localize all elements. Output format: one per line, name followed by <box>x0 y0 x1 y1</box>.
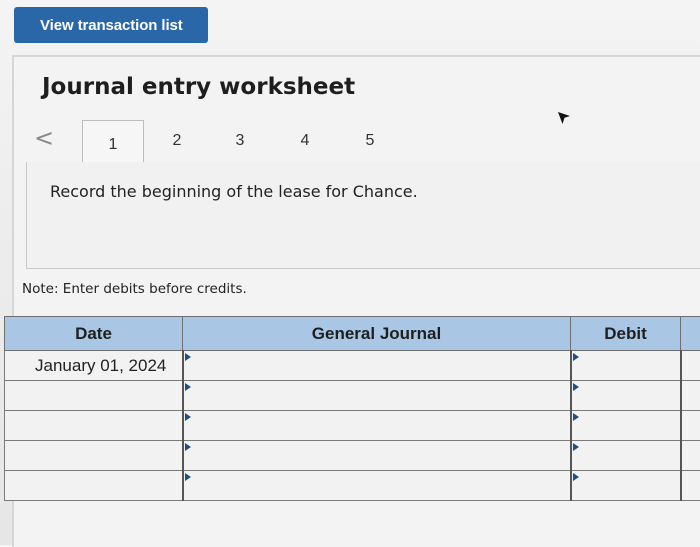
tab-3[interactable]: 3 <box>209 120 271 162</box>
debit-input[interactable] <box>571 351 681 381</box>
note-text: Note: Enter debits before credits. <box>22 281 247 297</box>
input-marker-icon <box>573 443 579 451</box>
general-journal-input[interactable] <box>183 351 571 381</box>
column-header-date: Date <box>5 317 183 351</box>
table-header-row: Date General Journal Debit <box>5 317 700 351</box>
table-row <box>5 471 700 501</box>
debit-input[interactable] <box>571 381 681 411</box>
debit-input[interactable] <box>571 441 681 471</box>
view-transaction-list-button[interactable]: View transaction list <box>14 7 208 43</box>
table-row: January 01, 2024 <box>5 351 700 381</box>
column-header-overflow <box>681 317 700 351</box>
mouse-cursor-icon <box>556 110 572 128</box>
overflow-cell <box>681 441 700 471</box>
input-marker-icon <box>573 473 579 481</box>
date-cell <box>5 381 183 411</box>
table-row <box>5 411 700 441</box>
instruction-text: Record the beginning of the lease for Ch… <box>50 182 418 201</box>
table-row <box>5 381 700 411</box>
general-journal-input[interactable] <box>183 411 571 441</box>
overflow-cell <box>681 471 700 501</box>
dropdown-marker-icon <box>185 353 191 361</box>
column-header-debit: Debit <box>571 317 681 351</box>
journal-table: Date General Journal Debit January 01, 2… <box>4 316 700 501</box>
date-cell <box>5 471 183 501</box>
page-title: Journal entry worksheet <box>42 74 355 100</box>
overflow-cell <box>681 411 700 441</box>
dropdown-marker-icon <box>185 443 191 451</box>
input-marker-icon <box>573 353 579 361</box>
debit-input[interactable] <box>571 411 681 441</box>
date-cell: January 01, 2024 <box>5 351 183 381</box>
dropdown-marker-icon <box>185 383 191 391</box>
tab-5[interactable]: 5 <box>339 120 401 162</box>
instruction-box <box>26 162 700 269</box>
table-row <box>5 441 700 471</box>
previous-tab-arrow-icon[interactable]: < <box>34 124 54 152</box>
tab-4[interactable]: 4 <box>274 120 336 162</box>
tab-2[interactable]: 2 <box>146 120 208 162</box>
column-header-general-journal: General Journal <box>183 317 571 351</box>
general-journal-input[interactable] <box>183 471 571 501</box>
general-journal-input[interactable] <box>183 381 571 411</box>
input-marker-icon <box>573 413 579 421</box>
dropdown-marker-icon <box>185 473 191 481</box>
debit-input[interactable] <box>571 471 681 501</box>
overflow-cell <box>681 351 700 381</box>
tab-1[interactable]: 1 <box>82 120 144 168</box>
overflow-cell <box>681 381 700 411</box>
general-journal-input[interactable] <box>183 441 571 471</box>
input-marker-icon <box>573 383 579 391</box>
date-cell <box>5 411 183 441</box>
dropdown-marker-icon <box>185 413 191 421</box>
date-cell <box>5 441 183 471</box>
